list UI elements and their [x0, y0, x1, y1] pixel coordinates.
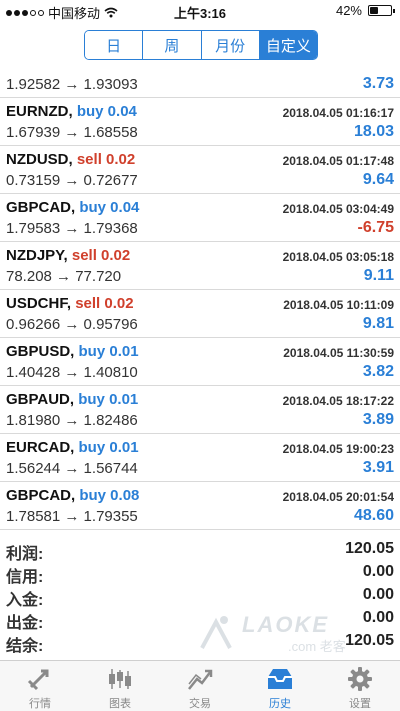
trade-profit: 3.89 [362, 411, 394, 428]
trade-side: sell 0.02 [76, 151, 136, 168]
trade-icon [186, 666, 214, 692]
trade-symbol: EURNZD, [6, 103, 73, 120]
battery-percent: 42% [335, 3, 362, 18]
trade-profit: 3.91 [362, 459, 394, 476]
trade-prices: 1.67939 → 1.68558 [6, 124, 138, 141]
summary-row-deposit: 入金: 0.00 [0, 584, 400, 609]
summary-row-profit: 利润: 120.05 [0, 538, 400, 563]
trade-row[interactable]: EURNZD, buy 0.04 2018.04.05 01:16:17 1.6… [0, 98, 400, 146]
tab-quotes[interactable]: 行情 [0, 661, 80, 711]
tab-settings[interactable]: 设置 [320, 661, 400, 711]
trade-date: 2018.04.05 03:04:49 [282, 202, 394, 216]
tab-history[interactable]: 历史 [240, 661, 320, 711]
summary-row-credit: 信用: 0.00 [0, 561, 400, 586]
trade-row[interactable]: GBPCAD, buy 0.04 2018.04.05 03:04:49 1.7… [0, 194, 400, 242]
period-segmented-control: 日 周 月份 自定义 [84, 30, 318, 60]
trade-symbol: USDCHF, [6, 295, 72, 312]
trade-side: buy 0.04 [79, 199, 140, 216]
tab-label: 设置 [349, 698, 371, 710]
trade-row[interactable]: GBPCAD, buy 0.08 2018.04.05 20:01:54 1.7… [0, 482, 400, 530]
trade-history-list[interactable]: 1.92582 → 1.93093 3.73 EURNZD, buy 0.04 … [0, 66, 400, 530]
trade-date: 2018.04.05 19:00:23 [282, 442, 394, 456]
trade-side: buy 0.08 [79, 487, 140, 504]
segment-month[interactable]: 月份 [201, 31, 260, 59]
trade-symbol: EURCAD, [6, 439, 75, 456]
trade-symbol: GBPCAD, [6, 487, 76, 504]
summary-row-balance: 结余: 120.05 [0, 630, 400, 655]
trade-prices: 1.79583 → 1.79368 [6, 220, 138, 237]
tab-label: 交易 [189, 698, 211, 710]
trade-row[interactable]: GBPUSD, buy 0.01 2018.04.05 11:30:59 1.4… [0, 338, 400, 386]
trade-symbol: GBPUSD, [6, 343, 75, 360]
trade-date: 2018.04.05 20:01:54 [282, 490, 394, 504]
bottom-tab-bar: 行情 图表 交易 历史 设置 [0, 660, 400, 711]
summary-row-withdrawal: 出金: 0.00 [0, 607, 400, 632]
tab-label: 历史 [269, 698, 291, 710]
trade-side: buy 0.01 [78, 343, 139, 360]
tab-chart[interactable]: 图表 [80, 661, 160, 711]
trade-row[interactable]: USDCHF, sell 0.02 2018.04.05 10:11:09 0.… [0, 290, 400, 338]
trade-row[interactable]: GBPAUD, buy 0.01 2018.04.05 18:17:22 1.8… [0, 386, 400, 434]
summary-value: 120.05 [345, 632, 394, 649]
trade-prices: 1.56244 → 1.56744 [6, 460, 138, 477]
segment-week[interactable]: 周 [143, 31, 202, 59]
trade-date: 2018.04.05 10:11:09 [283, 298, 394, 312]
trade-side: buy 0.01 [78, 391, 139, 408]
trade-prices: 1.78581 → 1.79355 [6, 508, 138, 525]
trade-profit: -6.75 [357, 219, 394, 236]
tab-label: 行情 [29, 698, 51, 710]
trade-row[interactable]: EURCAD, buy 0.01 2018.04.05 19:00:23 1.5… [0, 434, 400, 482]
history-icon [266, 666, 294, 692]
trade-prices: 0.73159 → 0.72677 [6, 172, 138, 189]
trade-symbol: GBPCAD, [6, 199, 76, 216]
chart-icon [106, 666, 134, 692]
battery-area: 42% [335, 3, 395, 18]
trade-profit: 48.60 [353, 507, 394, 524]
trade-profit: 9.11 [363, 267, 394, 284]
trade-side: sell 0.02 [71, 247, 131, 264]
settings-icon [346, 666, 374, 692]
summary-value: 120.05 [345, 540, 394, 557]
trade-date: 2018.04.05 01:17:48 [282, 154, 394, 168]
trade-prices: 0.96266 → 0.95796 [6, 316, 138, 333]
trade-date: 2018.04.05 01:16:17 [282, 106, 394, 120]
trade-date: 2018.04.05 03:05:18 [282, 250, 394, 264]
trade-side: sell 0.02 [75, 295, 134, 312]
summary-value: 0.00 [362, 609, 394, 626]
trade-side: buy 0.01 [78, 439, 139, 456]
trade-row[interactable]: NZDJPY, sell 0.02 2018.04.05 03:05:18 78… [0, 242, 400, 290]
trade-profit: 9.81 [362, 315, 394, 332]
trade-prices: 1.92582 → 1.93093 [6, 76, 138, 93]
tab-trade[interactable]: 交易 [160, 661, 240, 711]
summary-label: 结余: [6, 638, 44, 655]
trade-row[interactable]: NZDUSD, sell 0.02 2018.04.05 01:17:48 0.… [0, 146, 400, 194]
summary-value: 0.00 [362, 586, 394, 603]
trade-prices: 78.208 → 77.720 [6, 268, 122, 285]
tab-label: 图表 [109, 698, 131, 710]
summary-value: 0.00 [362, 563, 394, 580]
trade-date: 2018.04.05 11:30:59 [283, 346, 394, 360]
trade-row[interactable]: 1.92582 → 1.93093 3.73 [0, 66, 400, 98]
trade-profit: 3.73 [362, 75, 394, 92]
trade-symbol: NZDJPY, [6, 247, 68, 264]
trade-profit: 18.03 [353, 123, 394, 140]
segment-day[interactable]: 日 [85, 31, 144, 59]
trade-profit: 9.64 [362, 171, 394, 188]
trade-date: 2018.04.05 18:17:22 [282, 394, 394, 408]
segment-custom[interactable]: 自定义 [259, 31, 317, 59]
trade-side: buy 0.04 [76, 103, 137, 120]
quotes-icon [26, 666, 54, 692]
status-bar: 中国移动 上午3:16 42% [0, 0, 400, 22]
trade-prices: 1.81980 → 1.82486 [6, 412, 138, 429]
trade-prices: 1.40428 → 1.40810 [6, 364, 138, 381]
battery-icon [368, 5, 395, 16]
trade-profit: 3.82 [362, 363, 394, 380]
trade-symbol: NZDUSD, [6, 151, 73, 168]
account-summary: 利润: 120.05 信用: 0.00 入金: 0.00 出金: 0.00 结余… [0, 538, 400, 655]
trade-symbol: GBPAUD, [6, 391, 75, 408]
